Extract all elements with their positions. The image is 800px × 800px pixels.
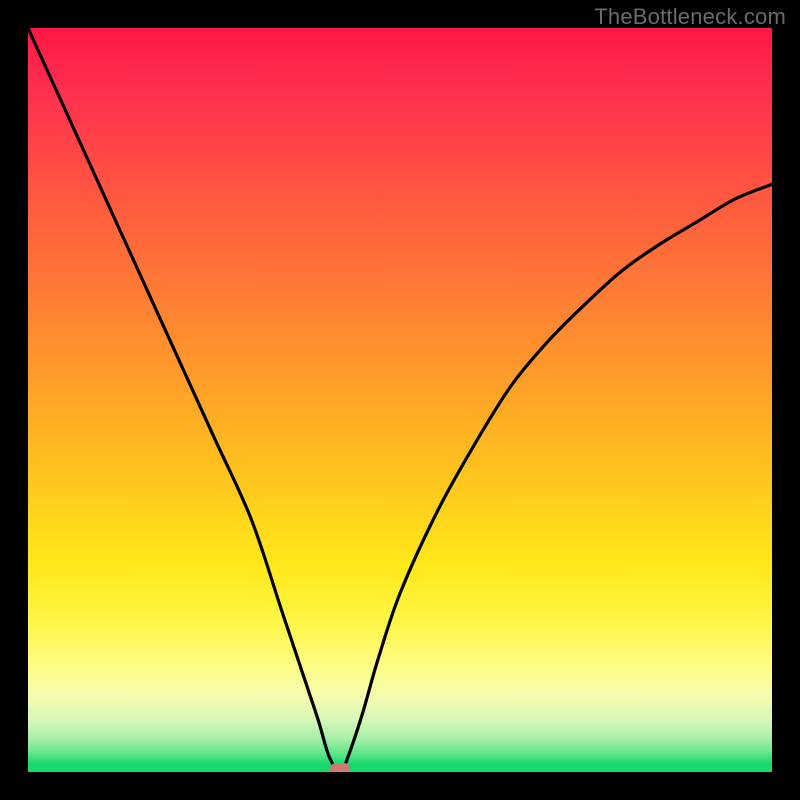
- chart-frame: TheBottleneck.com: [0, 0, 800, 800]
- bottleneck-curve: [28, 28, 772, 772]
- plot-area: [28, 28, 772, 772]
- watermark-text: TheBottleneck.com: [594, 4, 786, 30]
- optimal-marker: [330, 763, 350, 772]
